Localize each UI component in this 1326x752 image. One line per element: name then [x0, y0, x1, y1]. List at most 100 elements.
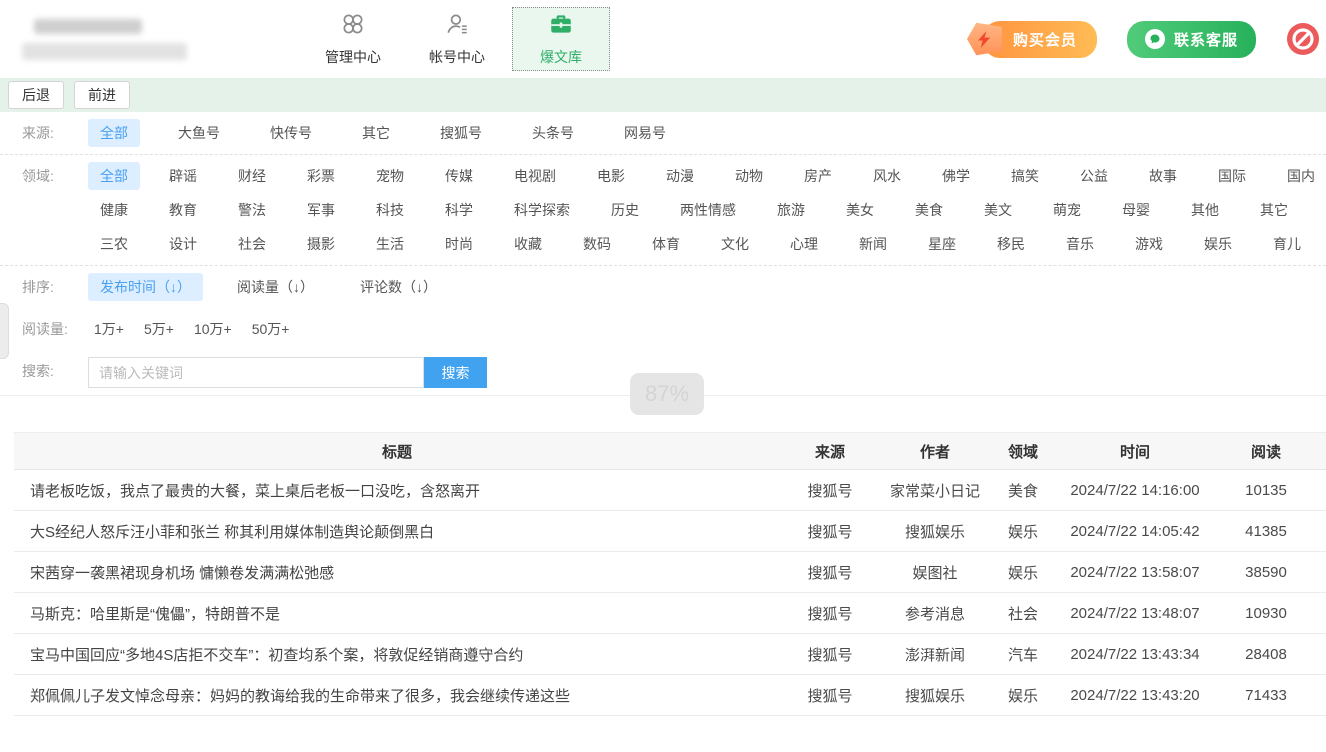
- buy-vip-button[interactable]: 购买会员: [983, 21, 1097, 58]
- cell-title[interactable]: 郑佩佩儿子发文悼念母亲：妈妈的教诲给我的生命带来了很多，我会继续传递这些: [14, 675, 780, 716]
- domain-chip[interactable]: 故事: [1137, 162, 1189, 190]
- cell-title[interactable]: 带着孩子去“热带雨林”：夜宿树屋体验自然|相约亲子研学之旅: [14, 716, 780, 728]
- domain-chip[interactable]: 财经: [226, 162, 278, 190]
- table-row[interactable]: 马斯克：哈里斯是“傀儡”，特朗普不是 搜狐号 参考消息 社会 2024/7/22…: [14, 593, 1326, 634]
- domain-chip[interactable]: 育儿: [1261, 230, 1313, 258]
- domain-chip[interactable]: 三农: [88, 230, 140, 258]
- back-button[interactable]: 后退: [8, 81, 64, 109]
- domain-chip[interactable]: 生活: [364, 230, 416, 258]
- domain-chip[interactable]: 萌宠: [1041, 196, 1093, 224]
- domain-chip[interactable]: 宠物: [364, 162, 416, 190]
- block-icon[interactable]: [1286, 22, 1320, 56]
- cell-title[interactable]: 宝马中国回应“多地4S店拒不交车”：初查均系个案，将敦促经销商遵守合约: [14, 634, 780, 675]
- cell-source: 搜狐号: [780, 593, 880, 634]
- table-row[interactable]: 带着孩子去“热带雨林”：夜宿树屋体验自然|相约亲子研学之旅 搜狐号 生活小记 社…: [14, 716, 1326, 728]
- domain-chip[interactable]: 传媒: [433, 162, 485, 190]
- domain-chip[interactable]: 心理: [778, 230, 830, 258]
- reads-chip[interactable]: 1万+: [88, 315, 130, 343]
- side-panel-handle[interactable]: [0, 303, 9, 359]
- source-chip[interactable]: 快传号: [258, 119, 324, 147]
- domain-chip[interactable]: 美女: [834, 196, 886, 224]
- source-chip[interactable]: 其它: [350, 119, 402, 147]
- source-chip[interactable]: 搜狐号: [428, 119, 494, 147]
- domain-chip[interactable]: 房产: [792, 162, 844, 190]
- source-chip[interactable]: 网易号: [612, 119, 678, 147]
- domain-chip[interactable]: 设计: [157, 230, 209, 258]
- reads-chip[interactable]: 50万+: [246, 315, 296, 343]
- reads-chip[interactable]: 5万+: [138, 315, 180, 343]
- domain-chip[interactable]: 社会: [226, 230, 278, 258]
- cell-source: 搜狐号: [780, 470, 880, 511]
- table-row[interactable]: 宋茜穿一袭黑裙现身机场 慵懒卷发满满松弛感 搜狐号 娱图社 娱乐 2024/7/…: [14, 552, 1326, 593]
- domain-chip[interactable]: 数码: [571, 230, 623, 258]
- domain-chip[interactable]: 电视剧: [502, 162, 568, 190]
- domain-chip[interactable]: 彩票: [295, 162, 347, 190]
- table-row[interactable]: 宝马中国回应“多地4S店拒不交车”：初查均系个案，将敦促经销商遵守合约 搜狐号 …: [14, 634, 1326, 675]
- domain-chip[interactable]: 文化: [709, 230, 761, 258]
- domain-chip[interactable]: 军事: [295, 196, 347, 224]
- domain-chip[interactable]: 摄影: [295, 230, 347, 258]
- domain-chip[interactable]: 动漫: [654, 162, 706, 190]
- domain-chip[interactable]: 其它: [1248, 196, 1300, 224]
- domain-chip[interactable]: 汽车: [1317, 196, 1326, 224]
- table-row[interactable]: 郑佩佩儿子发文悼念母亲：妈妈的教诲给我的生命带来了很多，我会继续传递这些 搜狐号…: [14, 675, 1326, 716]
- domain-chip[interactable]: 警法: [226, 196, 278, 224]
- source-chip[interactable]: 头条号: [520, 119, 586, 147]
- reads-chip[interactable]: 10万+: [188, 315, 238, 343]
- cell-comments: [1318, 593, 1326, 634]
- domain-chip[interactable]: 美食: [903, 196, 955, 224]
- source-chip[interactable]: 全部: [88, 119, 140, 147]
- domain-chip[interactable]: 国际: [1206, 162, 1258, 190]
- domain-chip[interactable]: 体育: [640, 230, 692, 258]
- domain-chip[interactable]: 教育: [157, 196, 209, 224]
- contact-support-button[interactable]: 联系客服: [1127, 21, 1256, 58]
- domain-chip[interactable]: 风水: [861, 162, 913, 190]
- table-row[interactable]: 请老板吃饭，我点了最贵的大餐，菜上桌后老板一口没吃，含怒离开 搜狐号 家常菜小日…: [14, 470, 1326, 511]
- table-row[interactable]: 大S经纪人怒斥汪小菲和张兰 称其利用媒体制造舆论颠倒黑白 搜狐号 搜狐娱乐 娱乐…: [14, 511, 1326, 552]
- domain-chip[interactable]: 新闻: [847, 230, 899, 258]
- search-button[interactable]: 搜索: [424, 357, 487, 388]
- domain-chip[interactable]: 移民: [985, 230, 1037, 258]
- domain-chip[interactable]: 国内: [1275, 162, 1326, 190]
- domain-chip[interactable]: 母婴: [1110, 196, 1162, 224]
- cell-title[interactable]: 马斯克：哈里斯是“傀儡”，特朗普不是: [14, 593, 780, 634]
- sort-chip[interactable]: 阅读量（↓）: [225, 273, 326, 301]
- domain-chip[interactable]: 娱乐: [1192, 230, 1244, 258]
- cell-domain: 娱乐: [990, 552, 1056, 593]
- cell-author: 澎湃新闻: [880, 634, 990, 675]
- domain-chip[interactable]: 旅游: [765, 196, 817, 224]
- domain-chip[interactable]: 健康: [88, 196, 140, 224]
- domain-chip[interactable]: 其他: [1179, 196, 1231, 224]
- forward-button[interactable]: 前进: [74, 81, 130, 109]
- domain-chip[interactable]: 全部: [88, 162, 140, 190]
- domain-chip[interactable]: 美文: [972, 196, 1024, 224]
- nav-item-account-center[interactable]: 帐号中心: [408, 7, 506, 71]
- domain-chip[interactable]: 搞笑: [999, 162, 1051, 190]
- domain-chip[interactable]: 电影: [585, 162, 637, 190]
- domain-chip[interactable]: 公益: [1068, 162, 1120, 190]
- source-chip[interactable]: 大鱼号: [166, 119, 232, 147]
- domain-chip[interactable]: 历史: [599, 196, 651, 224]
- table-header: 标题 来源 作者 领域 时间 阅读 评论: [14, 433, 1326, 470]
- cell-title[interactable]: 大S经纪人怒斥汪小菲和张兰 称其利用媒体制造舆论颠倒黑白: [14, 511, 780, 552]
- domain-chip[interactable]: 动物: [723, 162, 775, 190]
- domain-chip[interactable]: 佛学: [930, 162, 982, 190]
- search-label: 搜索:: [22, 357, 88, 385]
- domain-chip[interactable]: 科学: [433, 196, 485, 224]
- sort-chip[interactable]: 发布时间（↓）: [88, 273, 203, 301]
- domain-chip[interactable]: 辟谣: [157, 162, 209, 190]
- domain-chip[interactable]: 星座: [916, 230, 968, 258]
- domain-chip[interactable]: 游戏: [1123, 230, 1175, 258]
- domain-chip[interactable]: 科技: [364, 196, 416, 224]
- domain-chip[interactable]: 收藏: [502, 230, 554, 258]
- search-input[interactable]: [88, 357, 424, 388]
- sort-chip[interactable]: 评论数（↓）: [348, 273, 449, 301]
- cell-title[interactable]: 请老板吃饭，我点了最贵的大餐，菜上桌后老板一口没吃，含怒离开: [14, 470, 780, 511]
- nav-item-management-center[interactable]: 管理中心: [304, 7, 402, 71]
- cell-title[interactable]: 宋茜穿一袭黑裙现身机场 慵懒卷发满满松弛感: [14, 552, 780, 593]
- domain-chip[interactable]: 两性情感: [668, 196, 748, 224]
- domain-chip[interactable]: 音乐: [1054, 230, 1106, 258]
- nav-item-viral-library[interactable]: 爆文库: [512, 7, 610, 71]
- domain-chip[interactable]: 科学探索: [502, 196, 582, 224]
- domain-chip[interactable]: 时尚: [433, 230, 485, 258]
